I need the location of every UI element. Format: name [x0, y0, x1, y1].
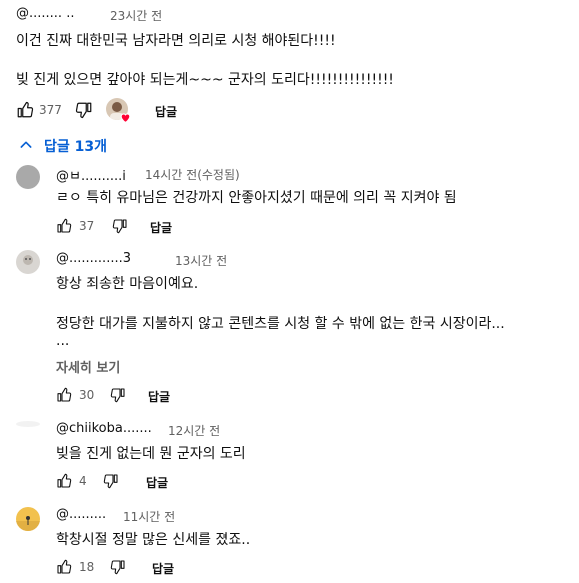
reply-text: 학창시절 정말 많은 신세를 졌죠.. — [56, 532, 251, 548]
like-count: 4 — [79, 474, 87, 488]
dislike-button[interactable] — [110, 559, 126, 575]
reply-text: 빚을 진게 없는데 뭔 군자의 도리 — [56, 446, 246, 462]
avatar[interactable] — [16, 250, 40, 274]
thumbs-down-icon — [110, 560, 125, 575]
avatar[interactable] — [16, 421, 40, 427]
reply-button[interactable]: 답글 — [150, 219, 172, 236]
comment-text-line2: 빚 진게 있으면 갚아야 되는게~~~ 군자의 도리다!!!!!!!!!!!!!… — [16, 72, 394, 88]
heart-icon — [119, 109, 132, 128]
dislike-button[interactable] — [75, 101, 93, 119]
thumbs-down-icon — [103, 474, 118, 489]
like-button[interactable] — [56, 559, 72, 575]
thumbs-down-icon — [110, 388, 125, 403]
reply-time[interactable]: 11시간 전 — [123, 508, 175, 525]
like-count: 18 — [79, 560, 95, 574]
reply-button[interactable]: 답글 — [148, 388, 170, 405]
avatar[interactable] — [16, 507, 40, 531]
like-button[interactable] — [56, 473, 72, 489]
reply-author[interactable]: @chiikoba....... — [56, 421, 152, 436]
reply-author[interactable]: @.............3 — [56, 251, 131, 266]
thumbs-down-icon — [112, 219, 127, 234]
like-button[interactable] — [16, 101, 34, 119]
comment-text-line1: 이건 진짜 대한민국 남자라면 의리로 시청 해야된다!!!! — [16, 33, 336, 49]
thumbs-down-icon — [75, 102, 92, 119]
like-button[interactable] — [56, 218, 72, 234]
reply-button[interactable]: 답글 — [146, 474, 168, 491]
reply-time[interactable]: 12시간 전 — [168, 422, 220, 439]
comment-author[interactable]: @........ .. — [16, 6, 74, 21]
like-button[interactable] — [56, 387, 72, 403]
reply-author[interactable]: @ㅂ..........i — [56, 165, 126, 184]
avatar[interactable] — [16, 165, 40, 189]
reply-time[interactable]: 14시간 전(수정됨) — [145, 166, 240, 183]
reply-text-line3: ... — [56, 333, 70, 349]
reply-text: ㄹㅇ 특히 유마님은 건강까지 안좋아지셨기 때문에 의리 꼭 지켜야 됨 — [56, 190, 457, 206]
reply-text-line2: 정당한 대가를 지불하지 않고 콘텐츠를 시청 할 수 밖에 없는 한국 시장이… — [56, 316, 505, 332]
reply-button[interactable]: 답글 — [152, 560, 174, 577]
replies-toggle-label: 답글 13개 — [44, 139, 107, 155]
reply-text-line1: 항상 죄송한 마음이예요. — [56, 276, 199, 292]
chevron-up-icon — [18, 137, 34, 157]
dislike-button[interactable] — [110, 387, 126, 403]
thumbs-up-icon — [57, 218, 72, 233]
creator-heart-badge[interactable] — [106, 98, 134, 124]
read-more-button[interactable]: 자세히 보기 — [56, 357, 120, 376]
thumbs-up-icon — [57, 473, 72, 488]
dislike-button[interactable] — [112, 218, 128, 234]
like-count: 377 — [39, 103, 62, 117]
reply-button[interactable]: 답글 — [155, 103, 177, 120]
reply-author[interactable]: @......... — [56, 507, 106, 522]
thumbs-up-icon — [57, 387, 72, 402]
dislike-button[interactable] — [103, 473, 119, 489]
comment-time[interactable]: 23시간 전 — [110, 7, 162, 24]
thumbs-up-icon — [17, 101, 34, 118]
reply-time[interactable]: 13시간 전 — [175, 252, 227, 269]
like-count: 37 — [79, 219, 95, 233]
like-count: 30 — [79, 388, 95, 402]
thumbs-up-icon — [57, 559, 72, 574]
